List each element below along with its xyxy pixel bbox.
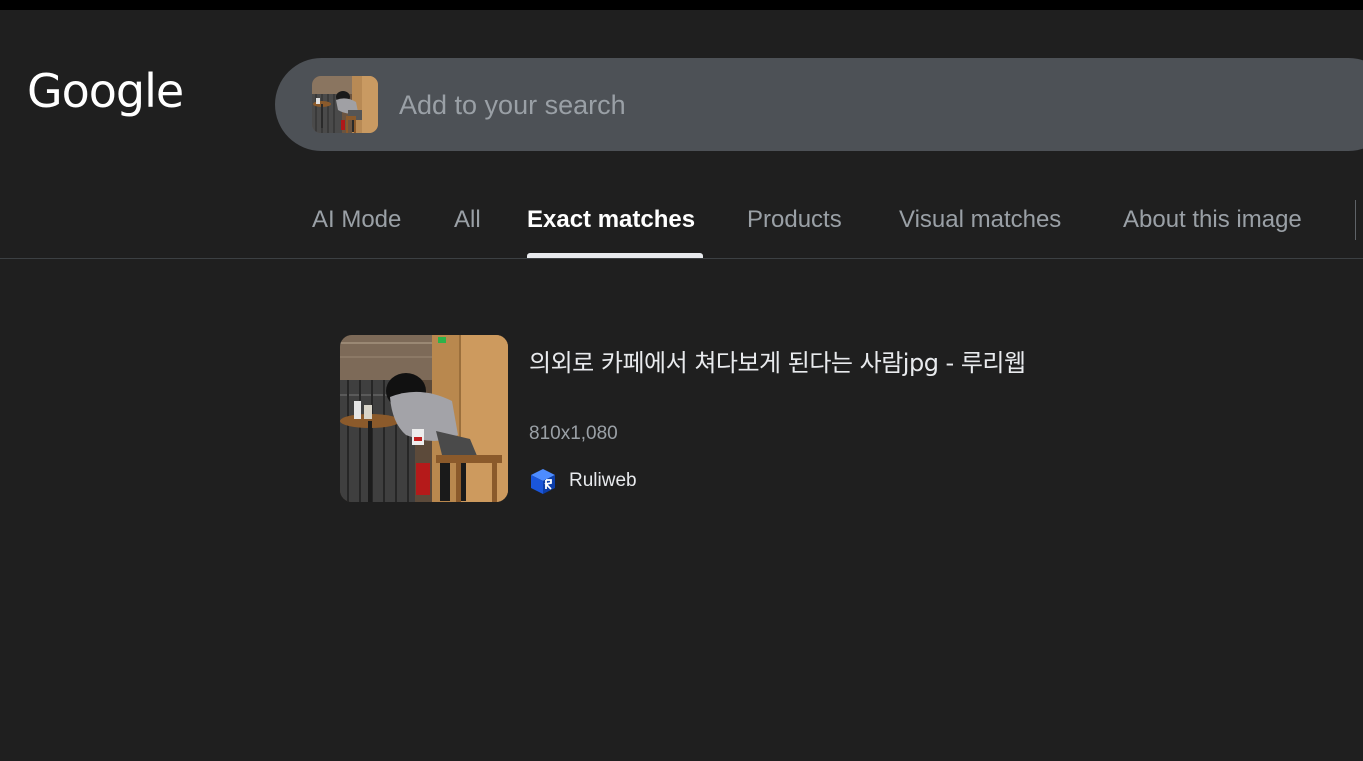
tab-about-this-image[interactable]: About this image bbox=[1123, 206, 1302, 234]
result-title-link[interactable]: 의외로 카페에서 쳐다보게 된다는 사람jpg - 루리웹 bbox=[529, 343, 1026, 378]
tab-exact-matches[interactable]: Exact matches bbox=[527, 206, 695, 234]
search-query-image-thumbnail[interactable] bbox=[312, 76, 378, 133]
tab-visual-matches[interactable]: Visual matches bbox=[899, 206, 1061, 234]
ruliweb-cube-icon bbox=[531, 469, 555, 494]
search-input[interactable] bbox=[399, 86, 1099, 124]
google-lens-results-page: Google Add to your search AI Mode All Ex… bbox=[0, 0, 1363, 761]
result-image bbox=[340, 335, 508, 502]
search-tabs: AI Mode All Exact matches Products Visua… bbox=[0, 190, 1363, 258]
search-box[interactable] bbox=[275, 58, 1363, 151]
header-divider bbox=[0, 258, 1363, 259]
result-thumbnail[interactable] bbox=[340, 335, 508, 502]
result-dimensions: 810x1,080 bbox=[529, 423, 618, 444]
google-logo[interactable]: Google bbox=[27, 68, 184, 114]
result-source[interactable]: Ruliweb bbox=[529, 466, 637, 496]
window-top-bar bbox=[0, 0, 1363, 10]
tab-all[interactable]: All bbox=[454, 206, 481, 234]
tab-separator bbox=[1355, 200, 1356, 240]
tab-products[interactable]: Products bbox=[747, 206, 842, 234]
result-source-name: Ruliweb bbox=[569, 470, 637, 491]
search-query-image bbox=[312, 76, 378, 133]
exact-match-result[interactable]: 의외로 카페에서 쳐다보게 된다는 사람jpg - 루리웹 810x1,080 … bbox=[340, 335, 1240, 505]
tab-ai-mode[interactable]: AI Mode bbox=[312, 206, 401, 234]
